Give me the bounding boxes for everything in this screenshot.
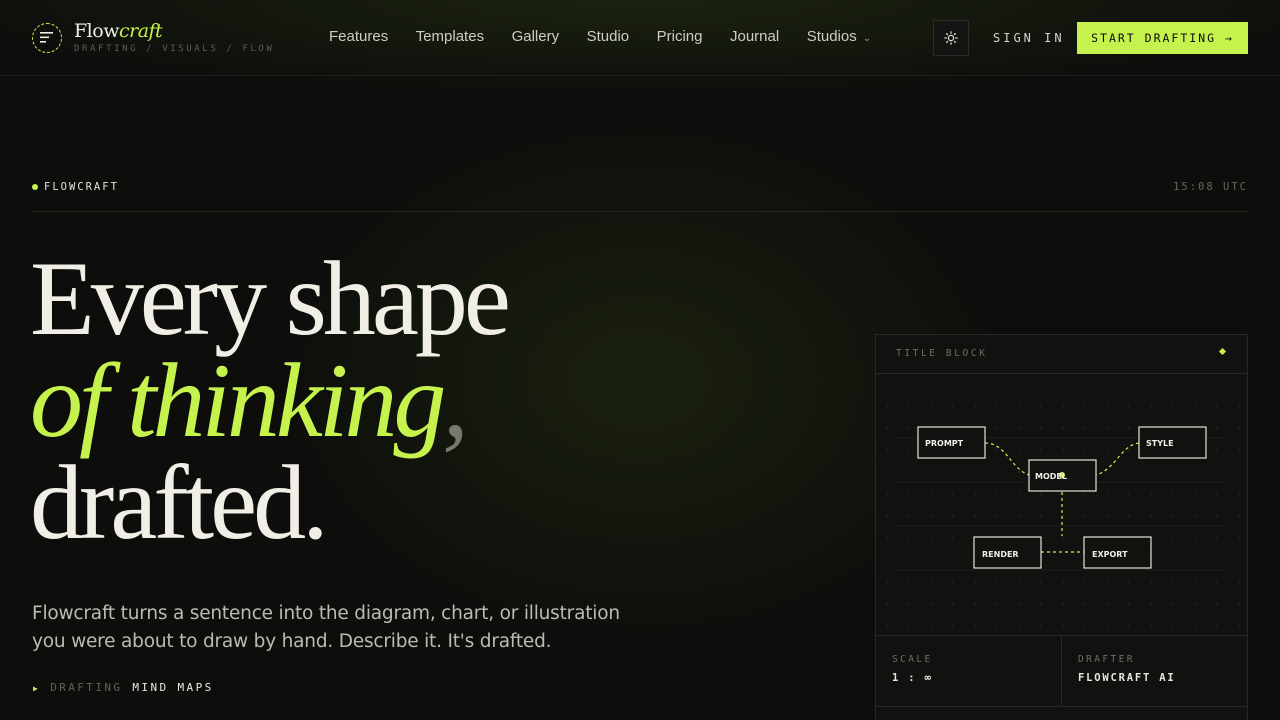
drafter-label: DRAFTER <box>1078 654 1135 665</box>
scale-label: SCALE <box>892 654 933 665</box>
connector-prompt-model <box>984 442 1030 476</box>
card-title: TITLE BLOCK <box>896 348 988 359</box>
headline-line-1: Every shape <box>30 240 511 357</box>
scale-value: 1 : ∞ <box>892 672 933 684</box>
play-icon: ▶ <box>33 684 41 693</box>
scale-cell: SCALE 1 : ∞ <box>876 636 1062 706</box>
divider <box>32 211 1248 212</box>
hero-lede: Flowcraft turns a sentence into the diag… <box>32 603 620 652</box>
node-render-label: RENDER <box>982 550 1019 559</box>
nav-studios-label: Studios <box>806 28 857 45</box>
ticker-value: MIND MAPS <box>132 681 214 694</box>
card-header: TITLE BLOCK <box>876 335 1247 374</box>
headline-comma: , <box>442 342 468 459</box>
nav-studio[interactable]: Studio <box>587 28 630 45</box>
nav-pricing[interactable]: Pricing <box>657 28 703 45</box>
chevron-down-icon: ⌄ <box>862 33 872 44</box>
main-nav: Features Templates Gallery Studio Pricin… <box>329 28 871 45</box>
sign-in-link[interactable]: SIGN IN <box>993 31 1065 45</box>
node-export-label: EXPORT <box>1092 550 1128 559</box>
start-drafting-button[interactable]: START DRAFTING → <box>1077 22 1248 54</box>
section-label: FLOWCRAFT <box>44 181 119 193</box>
node-prompt-label: PROMPT <box>925 439 964 448</box>
hero-headline: Every shape of thinking, drafted. <box>30 240 511 561</box>
flow-diagram: PROMPT STYLE MODEL RENDER EXPORT <box>876 373 1247 635</box>
site-header: Flowcraft DRAFTING / VISUALS / FLOW Feat… <box>0 0 1280 76</box>
headline-line-3: drafted. <box>30 444 329 561</box>
card-footer: SCALE 1 : ∞ DRAFTER FLOWCRAFT AI <box>876 635 1247 707</box>
node-model-label: MODEL <box>1035 472 1067 481</box>
nav-gallery[interactable]: Gallery <box>512 28 560 45</box>
nav-templates[interactable]: Templates <box>416 28 484 45</box>
headline-accent: of thinking <box>30 342 446 459</box>
logo-icon[interactable] <box>32 23 62 53</box>
node-style-label: STYLE <box>1146 439 1174 448</box>
clock-readout: 15:08 UTC <box>1173 181 1248 193</box>
theme-toggle-button[interactable] <box>933 20 969 56</box>
connector-style-model <box>1095 442 1140 476</box>
brand-tagline: DRAFTING / VISUALS / FLOW <box>74 44 275 54</box>
headline-line-2: of thinking, <box>30 348 507 454</box>
diamond-icon <box>1218 347 1227 356</box>
drafter-cell: DRAFTER FLOWCRAFT AI <box>1062 636 1247 706</box>
title-block-card: TITLE BLOCK PROMPT STYLE MODEL RENDER EX… <box>875 334 1248 720</box>
drafter-value: FLOWCRAFT AI <box>1078 672 1176 684</box>
sun-icon <box>944 31 958 45</box>
nav-studios-dropdown[interactable]: Studios ⌄ <box>807 28 871 45</box>
status-dot <box>32 184 38 190</box>
ticker-prefix: DRAFTING <box>50 681 123 694</box>
nav-features[interactable]: Features <box>329 28 388 45</box>
drafting-ticker: ▶ DRAFTING MIND MAPS <box>33 681 214 694</box>
brand-name[interactable]: Flowcraft <box>74 19 163 43</box>
nav-journal[interactable]: Journal <box>730 28 779 45</box>
